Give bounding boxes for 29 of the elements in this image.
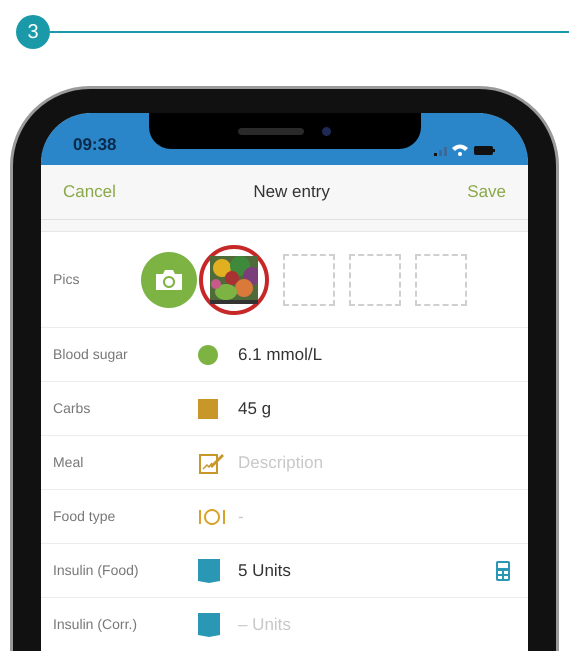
input-field[interactable]: -: [238, 504, 244, 530]
plate-cutlery-icon: [198, 506, 226, 526]
field-value[interactable]: 45 g: [238, 396, 272, 422]
speaker-grille: [238, 128, 304, 134]
screen-title: New entry: [253, 181, 330, 204]
camera-lens: [322, 126, 331, 136]
photo-thumbnail[interactable]: [199, 244, 269, 314]
calculator-icon[interactable]: [496, 560, 510, 580]
field-label: Blood sugar: [53, 345, 129, 364]
camera-icon: [154, 268, 184, 292]
field-label: Meal: [53, 453, 84, 472]
field-label: Insulin (Corr.): [53, 615, 138, 634]
field-label: Pics: [53, 270, 80, 289]
field-value[interactable]: 5 Units: [238, 558, 291, 584]
field-value[interactable]: 6.1 mmol/L: [238, 342, 322, 368]
signal-wifi-battery-icon: [434, 143, 496, 157]
save-button[interactable]: Save: [467, 179, 506, 205]
step-number-badge: 3: [16, 14, 50, 48]
cancel-button[interactable]: Cancel: [63, 179, 116, 205]
empty-photo-slot[interactable]: [349, 254, 401, 306]
pen-tag-icon: [198, 558, 220, 582]
empty-photo-slot[interactable]: [415, 254, 467, 306]
pen-tag-icon: [198, 612, 220, 636]
field-label: Insulin (Food): [53, 561, 140, 580]
square-icon: [198, 398, 218, 418]
empty-photo-slot[interactable]: [283, 254, 335, 306]
status-time: 09:38: [73, 134, 116, 156]
field-label: Food type: [53, 507, 116, 526]
field-label: Carbs: [53, 399, 92, 418]
